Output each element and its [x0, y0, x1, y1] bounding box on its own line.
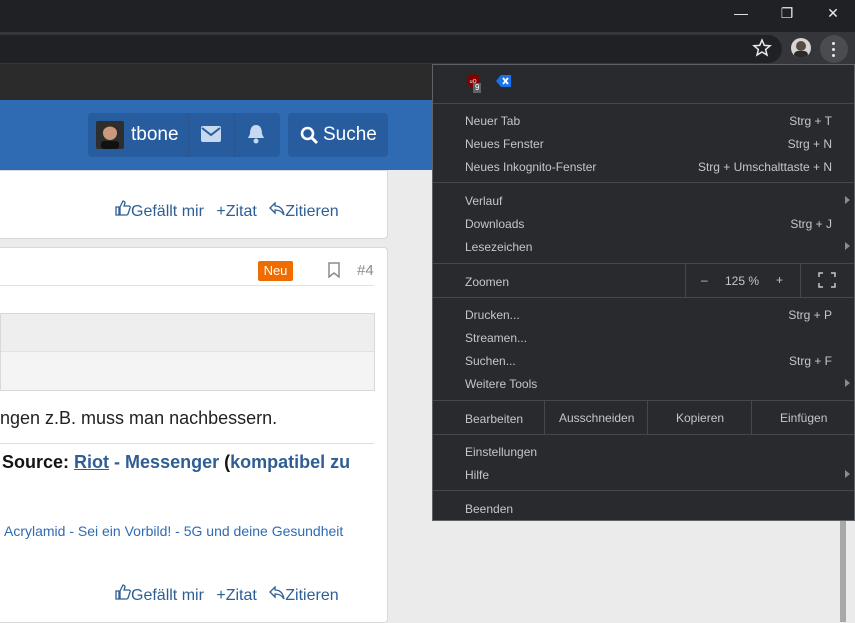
divider: [544, 401, 545, 434]
post-card: [0, 247, 388, 623]
submenu-arrow-icon: [845, 196, 850, 204]
post-text: ngen z.B. muss man nachbessern.: [0, 408, 278, 428]
cut-button[interactable]: Ausschneiden: [559, 411, 634, 425]
browser-main-menu: uO 9 Neuer Tab Strg + T Neues Fenster St…: [432, 64, 855, 521]
menu-item-help[interactable]: Hilfe: [465, 468, 489, 482]
divider: [234, 113, 235, 157]
zoom-out-button[interactable]: –: [701, 273, 708, 287]
shortcut-new-window: Strg + N: [787, 137, 832, 151]
bell-icon[interactable]: [247, 124, 265, 144]
copy-button[interactable]: Kopieren: [676, 411, 724, 425]
menu-item-bookmarks[interactable]: Lesezeichen: [465, 240, 532, 254]
quote-block: [0, 313, 375, 391]
browser-toolbar: [0, 32, 855, 64]
divider: [647, 401, 648, 434]
messenger-link[interactable]: Messenger: [125, 452, 219, 472]
menu-divider: [433, 297, 854, 298]
compatible-link[interactable]: kompatibel zu: [230, 452, 350, 472]
restore-button[interactable]: ❐: [764, 0, 810, 26]
divider: [188, 113, 189, 157]
thumbs-up-icon: [115, 200, 131, 216]
fullscreen-icon[interactable]: [818, 272, 836, 288]
post-actions: Gefällt mir +Zitat Zitieren: [115, 584, 339, 605]
riot-link[interactable]: Riot: [74, 452, 109, 472]
menu-divider: [433, 103, 854, 104]
address-bar[interactable]: [0, 35, 782, 63]
menu-item-history[interactable]: Verlauf: [465, 194, 502, 208]
page-scrollbar[interactable]: [837, 520, 855, 622]
signature-paren: (: [219, 452, 231, 472]
post-actions: Gefällt mir +Zitat Zitieren: [115, 200, 339, 221]
post-number[interactable]: #4: [357, 262, 374, 279]
site-top-strip: [0, 64, 432, 100]
extension-badge: 9: [473, 83, 482, 93]
menu-item-cast[interactable]: Streamen...: [465, 331, 527, 345]
signature-dash: -: [109, 452, 126, 472]
reply-button[interactable]: Zitieren: [269, 201, 339, 220]
menu-item-find[interactable]: Suchen...: [465, 354, 516, 368]
menu-divider: [433, 490, 854, 491]
close-button[interactable]: ✕: [810, 0, 855, 26]
like-button[interactable]: Gefällt mir: [115, 200, 204, 220]
menu-item-new-tab[interactable]: Neuer Tab: [465, 114, 520, 128]
menu-item-new-window[interactable]: Neues Fenster: [465, 137, 544, 151]
menu-item-edit: Bearbeiten: [465, 412, 524, 426]
menu-divider: [433, 182, 854, 183]
ublock-extension-icon[interactable]: uO 9: [465, 73, 482, 93]
divider: [685, 264, 686, 297]
kebab-menu-icon[interactable]: [820, 35, 848, 63]
quote-button[interactable]: +Zitat: [216, 203, 256, 220]
shortcut-find: Strg + F: [788, 354, 832, 368]
reply-button[interactable]: Zitieren: [269, 585, 339, 604]
divider: [0, 285, 374, 286]
user-avatar[interactable]: [96, 121, 124, 149]
signature: Source: Riot - Messenger (kompatibel zu: [2, 452, 350, 473]
new-badge: Neu: [258, 261, 293, 281]
menu-item-print[interactable]: Drucken...: [465, 308, 520, 322]
shortcut-print: Strg + P: [788, 308, 832, 322]
menu-divider: [433, 434, 854, 435]
submenu-arrow-icon: [845, 470, 850, 478]
star-icon[interactable]: [752, 38, 772, 58]
like-button[interactable]: Gefällt mir: [115, 584, 204, 604]
extension-icon[interactable]: [496, 74, 512, 88]
signature-source-label: Source:: [2, 452, 70, 472]
menu-item-settings[interactable]: Einstellungen: [465, 445, 537, 459]
shortcut-downloads: Strg + J: [790, 217, 832, 231]
menu-item-downloads[interactable]: Downloads: [465, 217, 524, 231]
zoom-level: 125 %: [725, 274, 760, 288]
paste-button[interactable]: Einfügen: [780, 411, 827, 425]
submenu-arrow-icon: [845, 242, 850, 250]
shortcut-incognito: Strg + Umschalttaste + N: [697, 160, 832, 174]
menu-divider: [433, 263, 854, 264]
search-button[interactable]: Suche: [288, 113, 388, 157]
username[interactable]: tbone: [131, 124, 179, 146]
menu-item-incognito[interactable]: Neues Inkognito-Fenster: [465, 160, 596, 174]
reply-icon: [269, 585, 285, 600]
thumbs-up-icon: [115, 584, 131, 600]
zoom-in-button[interactable]: +: [776, 273, 783, 287]
menu-item-more-tools[interactable]: Weitere Tools: [465, 377, 537, 391]
search-icon: [300, 126, 319, 145]
divider: [800, 264, 801, 297]
submenu-arrow-icon: [845, 379, 850, 387]
profile-avatar[interactable]: [791, 38, 811, 58]
divider: [751, 401, 752, 434]
signature-links[interactable]: Acrylamid - Sei ein Vorbild! - 5G und de…: [4, 523, 343, 539]
title-bar: — ❐ ✕: [0, 0, 855, 32]
menu-item-zoom: Zoomen: [465, 275, 510, 289]
search-button-label: Suche: [323, 124, 377, 145]
menu-item-exit[interactable]: Beenden: [465, 502, 513, 516]
minimize-button[interactable]: —: [718, 0, 764, 26]
signature-divider: [0, 443, 374, 444]
bookmark-icon[interactable]: [327, 262, 341, 278]
menu-divider: [433, 400, 854, 401]
shortcut-new-tab: Strg + T: [789, 114, 832, 128]
mail-icon[interactable]: [201, 126, 221, 142]
quote-button[interactable]: +Zitat: [216, 587, 256, 604]
reply-icon: [269, 201, 285, 216]
